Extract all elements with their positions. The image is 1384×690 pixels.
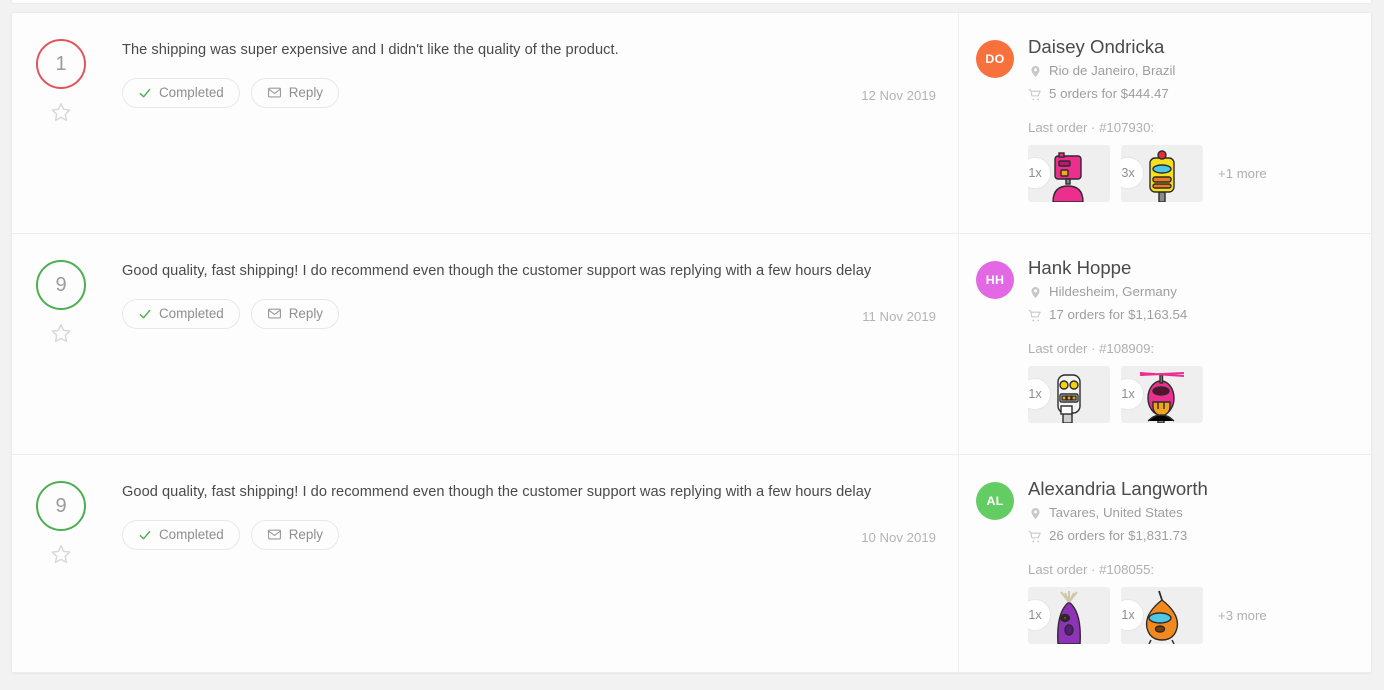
customer-info: Alexandria Langworth Tavares, United Stat… bbox=[1028, 477, 1351, 672]
review-actions: Completed Reply bbox=[122, 298, 936, 329]
customer-orders-summary: 5 orders for $444.47 bbox=[1049, 86, 1169, 102]
order-item-thumbnail[interactable]: 1x bbox=[1028, 144, 1110, 202]
reply-button[interactable]: Reply bbox=[250, 298, 340, 329]
customer-orders-row: 17 orders for $1,163.54 bbox=[1028, 304, 1351, 327]
reviews-page: 1 The shipping was super expensive and I … bbox=[0, 0, 1384, 690]
review-score-column: 9 bbox=[12, 455, 110, 672]
envelope-icon bbox=[267, 306, 282, 321]
customer-location-row: Tavares, United States bbox=[1028, 502, 1351, 525]
review-date: 11 Nov 2019 bbox=[862, 309, 936, 324]
previous-card-edge bbox=[11, 0, 1372, 4]
map-pin-icon bbox=[1028, 64, 1042, 79]
reviews-card: 1 The shipping was super expensive and I … bbox=[11, 12, 1372, 673]
customer-name[interactable]: Daisey Ondricka bbox=[1028, 35, 1351, 58]
status-completed-button[interactable]: Completed bbox=[122, 519, 240, 550]
avatar[interactable]: DO bbox=[976, 40, 1014, 78]
last-order-label: Last order · #107930: bbox=[1028, 119, 1155, 135]
order-item-quantity: 1x bbox=[1028, 378, 1051, 411]
status-completed-label: Completed bbox=[159, 306, 224, 322]
review-score-column: 9 bbox=[12, 234, 110, 454]
customer-orders-row: 26 orders for $1,831.73 bbox=[1028, 525, 1351, 548]
review-date: 10 Nov 2019 bbox=[861, 530, 936, 545]
map-pin-icon bbox=[1028, 506, 1042, 521]
last-order-label: Last order · #108055: bbox=[1028, 561, 1155, 577]
review-score-badge: 9 bbox=[36, 260, 86, 310]
review-score-column: 1 bbox=[12, 13, 110, 233]
star-icon[interactable] bbox=[50, 543, 72, 565]
star-icon[interactable] bbox=[50, 101, 72, 123]
customer-info: Hank Hoppe Hildesheim, Germany 17 orders f… bbox=[1028, 256, 1351, 454]
review-body: Good quality, fast shipping! I do recomm… bbox=[110, 234, 958, 454]
order-item-thumbnail[interactable]: 3x bbox=[1121, 144, 1203, 202]
review-text: The shipping was super expensive and I d… bbox=[122, 42, 619, 58]
shopping-cart-icon bbox=[1028, 88, 1042, 102]
order-item-thumbnail[interactable]: 1x bbox=[1028, 586, 1110, 644]
star-icon[interactable] bbox=[50, 322, 72, 344]
customer-panel: HH Hank Hoppe Hildesheim, Germany 17 orders… bbox=[958, 234, 1371, 454]
avatar[interactable]: AL bbox=[976, 482, 1014, 520]
review-row: 9 Good quality, fast shipping! I do recom… bbox=[12, 455, 1371, 672]
review-text: Good quality, fast shipping! I do recomm… bbox=[122, 484, 872, 500]
order-items-list: 1x 1x +3 more bbox=[1028, 586, 1351, 644]
avatar[interactable]: HH bbox=[976, 261, 1014, 299]
reply-label: Reply bbox=[288, 527, 324, 543]
customer-name[interactable]: Hank Hoppe bbox=[1028, 256, 1351, 279]
check-icon bbox=[138, 307, 152, 321]
customer-orders-row: 5 orders for $444.47 bbox=[1028, 83, 1351, 106]
review-body: Good quality, fast shipping! I do recomm… bbox=[110, 455, 958, 672]
customer-orders-summary: 17 orders for $1,163.54 bbox=[1049, 307, 1188, 323]
customer-location: Tavares, United States bbox=[1049, 505, 1183, 521]
reply-label: Reply bbox=[288, 85, 324, 101]
status-completed-label: Completed bbox=[159, 85, 224, 101]
envelope-icon bbox=[267, 85, 282, 100]
review-score-badge: 9 bbox=[36, 481, 86, 531]
map-pin-icon bbox=[1028, 285, 1042, 300]
customer-panel: DO Daisey Ondricka Rio de Janeiro, Brazil 5… bbox=[958, 13, 1371, 233]
review-row: 1 The shipping was super expensive and I … bbox=[12, 13, 1371, 234]
check-icon bbox=[138, 528, 152, 542]
review-row: 9 Good quality, fast shipping! I do recom… bbox=[12, 234, 1371, 455]
last-order-label: Last order · #108909: bbox=[1028, 340, 1155, 356]
customer-location: Hildesheim, Germany bbox=[1049, 284, 1177, 300]
status-completed-button[interactable]: Completed bbox=[122, 77, 240, 108]
shopping-cart-icon bbox=[1028, 309, 1042, 323]
review-actions: Completed Reply bbox=[122, 77, 936, 108]
order-item-thumbnail[interactable]: 1x bbox=[1121, 586, 1203, 644]
status-completed-button[interactable]: Completed bbox=[122, 298, 240, 329]
shopping-cart-icon bbox=[1028, 530, 1042, 544]
envelope-icon bbox=[267, 527, 282, 542]
status-completed-label: Completed bbox=[159, 527, 224, 543]
customer-panel: AL Alexandria Langworth Tavares, United St… bbox=[958, 455, 1371, 672]
reply-label: Reply bbox=[288, 306, 324, 322]
customer-info: Daisey Ondricka Rio de Janeiro, Brazil 5 o… bbox=[1028, 35, 1351, 233]
customer-location-row: Hildesheim, Germany bbox=[1028, 281, 1351, 304]
customer-name[interactable]: Alexandria Langworth bbox=[1028, 477, 1351, 500]
reply-button[interactable]: Reply bbox=[250, 519, 340, 550]
order-items-list: 1x 3x +1 more bbox=[1028, 144, 1351, 202]
review-date: 12 Nov 2019 bbox=[861, 88, 936, 103]
review-text: Good quality, fast shipping! I do recomm… bbox=[122, 263, 872, 279]
customer-location-row: Rio de Janeiro, Brazil bbox=[1028, 60, 1351, 83]
check-icon bbox=[138, 86, 152, 100]
order-item-thumbnail[interactable]: 1x bbox=[1028, 365, 1110, 423]
customer-orders-summary: 26 orders for $1,831.73 bbox=[1049, 528, 1188, 544]
order-items-list: 1x 1x bbox=[1028, 365, 1351, 423]
order-item-thumbnail[interactable]: 1x bbox=[1121, 365, 1203, 423]
more-items-link[interactable]: +1 more bbox=[1218, 166, 1267, 181]
reply-button[interactable]: Reply bbox=[250, 77, 340, 108]
review-score-badge: 1 bbox=[36, 39, 86, 89]
customer-location: Rio de Janeiro, Brazil bbox=[1049, 63, 1176, 79]
review-body: The shipping was super expensive and I d… bbox=[110, 13, 958, 233]
review-actions: Completed Reply bbox=[122, 519, 936, 550]
more-items-link[interactable]: +3 more bbox=[1218, 608, 1267, 623]
